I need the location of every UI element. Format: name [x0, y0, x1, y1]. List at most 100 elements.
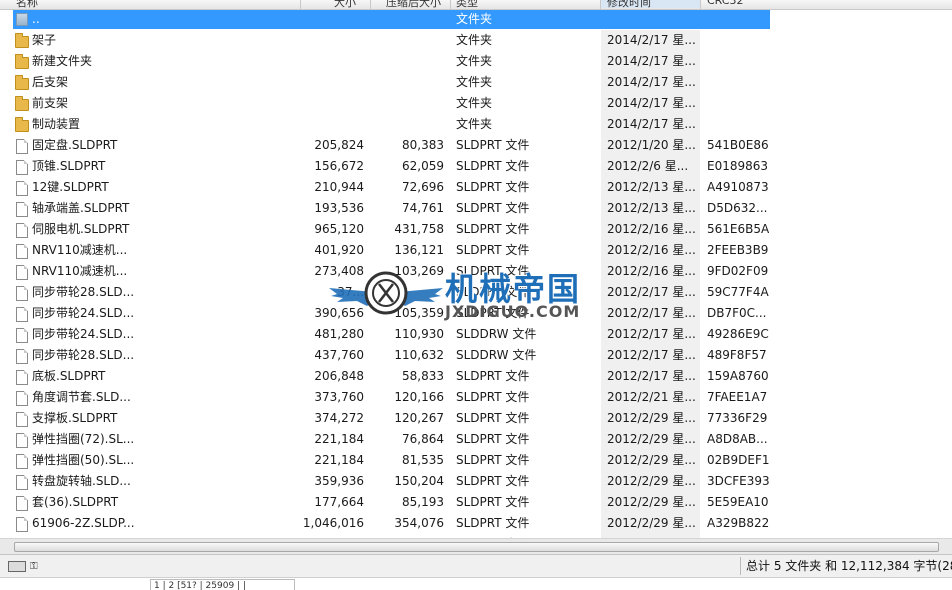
file-size: 401,920	[314, 243, 364, 257]
column-header-size[interactable]: 大小	[334, 0, 364, 8]
file-crc: DB7F0C...	[707, 306, 767, 320]
table-row[interactable]: 弹性挡圈(50).SL... 221,184 81,535 SLDPRT 文件 2012…	[0, 450, 952, 471]
file-packed-size: 120,166	[394, 390, 444, 404]
file-name: 支撑板.SLDPRT	[32, 411, 118, 425]
file-size: 1,046,016	[302, 516, 364, 530]
table-row[interactable]: NRV110减速机... 401,920 136,121 SLDPRT 文件 2012/…	[0, 240, 952, 261]
status-divider	[740, 557, 741, 575]
scrollbar-thumb[interactable]	[14, 542, 939, 552]
file-packed-size: 431,758	[394, 222, 444, 236]
file-modified: 2012/2/29 星...	[601, 471, 700, 492]
file-packed-size	[370, 114, 444, 135]
table-row[interactable]: 顶锥.SLDPRT 156,672 62,059 SLDPRT 文件 2012/2/6 …	[0, 156, 952, 177]
horizontal-scrollbar[interactable]	[0, 538, 952, 554]
file-packed-size: 58,833	[402, 369, 444, 383]
table-row[interactable]: 固定盘.SLDPRT 205,824 80,383 SLDPRT 文件 2012/1/2…	[0, 135, 952, 156]
file-crc: 159A8760	[707, 369, 769, 383]
file-crc: 561E6B5A	[707, 222, 770, 236]
file-name: 同步带轮28.SLD...	[32, 285, 135, 299]
file-size	[300, 93, 364, 114]
file-modified: 2014/2/17 星...	[601, 114, 700, 135]
file-crc	[707, 9, 771, 30]
file-size: 359,936	[314, 474, 364, 488]
file-icon	[16, 349, 28, 364]
file-packed-size	[370, 9, 444, 30]
file-packed-size: 150,204	[394, 474, 444, 488]
table-row[interactable]: 转盘旋转轴.SLD... 359,936 150,204 SLDPRT 文件 2012/…	[0, 471, 952, 492]
file-type: SLDPRT 文件	[456, 495, 530, 509]
file-type: 文件夹	[456, 54, 493, 68]
table-row[interactable]: 后支架 文件夹 2014/2/17 星...	[0, 72, 952, 93]
folder-icon	[15, 96, 29, 111]
column-header-packed[interactable]: 压缩后大小	[386, 0, 444, 8]
file-modified: 2014/2/17 星...	[601, 51, 700, 72]
file-name: 同步带轮24.SLD...	[32, 306, 135, 320]
table-row[interactable]: 底板.SLDPRT 206,848 58,833 SLDPRT 文件 2012/2/17…	[0, 366, 952, 387]
column-divider[interactable]	[300, 0, 301, 9]
file-name: NRV110减速机...	[32, 243, 128, 257]
file-modified: 2012/2/13 星...	[601, 198, 700, 219]
table-row[interactable]: 角度调节套.SLD... 373,760 120,166 SLDPRT 文件 2012/…	[0, 387, 952, 408]
file-type: SLDDRW 文件	[456, 348, 537, 362]
file-crc: 5E59EA10	[707, 495, 769, 509]
file-icon	[16, 412, 28, 427]
file-size: 965,120	[314, 222, 364, 236]
table-row[interactable]: 轴承端盖.SLDPRT 193,536 74,761 SLDPRT 文件 2012/2/…	[0, 198, 952, 219]
table-row[interactable]: 12键.SLDPRT 210,944 72,696 SLDPRT 文件 2012/2/1…	[0, 177, 952, 198]
column-header-type[interactable]: 类型	[456, 0, 516, 8]
file-modified: 2012/2/16 星...	[601, 240, 700, 261]
key-icon: ⚿	[30, 561, 38, 572]
file-modified: 2012/2/17 星...	[601, 366, 700, 387]
table-row[interactable]: 架子 文件夹 2014/2/17 星...	[0, 30, 952, 51]
file-size: 210,944	[314, 180, 364, 194]
column-divider[interactable]	[450, 0, 451, 9]
file-name: 套(36).SLDPRT	[32, 495, 119, 509]
table-row[interactable]: 同步带轮28.SLD... 437,760 110,632 SLDDRW 文件 2012…	[0, 345, 952, 366]
file-modified: 2012/2/29 星...	[601, 408, 700, 429]
file-crc: 7FAEE1A7	[707, 390, 768, 404]
file-crc: 02B9DEF1	[707, 453, 770, 467]
file-name: 61906-2Z.SLDP...	[32, 516, 135, 530]
table-row[interactable]: 61906-2Z.SLDP... 1,046,016 354,076 SLDPRT 文…	[0, 513, 952, 534]
file-size	[300, 9, 364, 30]
file-modified: 2012/2/29 星...	[601, 513, 700, 534]
file-packed-size: 80,383	[402, 138, 444, 152]
file-packed-size: 62,059	[402, 159, 444, 173]
file-name: 新建文件夹	[32, 54, 93, 68]
file-crc	[707, 72, 771, 93]
file-modified: 2012/2/6 星...	[601, 156, 700, 177]
file-crc: 2FEEB3B9	[707, 243, 769, 257]
file-name: 12键.SLDPRT	[32, 180, 109, 194]
file-size: 193,536	[314, 201, 364, 215]
file-crc: 3DCFE393	[707, 474, 770, 488]
column-header-crc[interactable]: CRC32	[707, 0, 771, 8]
table-row[interactable]: 前支架 文件夹 2014/2/17 星...	[0, 93, 952, 114]
file-type: SLDPRT 文件	[456, 390, 530, 404]
file-packed-size: 136,121	[394, 243, 444, 257]
table-row[interactable]: 制动装置 文件夹 2014/2/17 星...	[0, 114, 952, 135]
file-type: SLDPRT 文件	[456, 201, 530, 215]
column-divider[interactable]	[700, 0, 701, 9]
file-type: 文件夹	[456, 96, 493, 110]
file-size	[300, 72, 364, 93]
file-crc: A4910873	[707, 180, 769, 194]
file-name: 转盘旋转轴.SLD...	[32, 474, 131, 488]
table-row[interactable]: 支撑板.SLDPRT 374,272 120,267 SLDPRT 文件 2012/2/…	[0, 408, 952, 429]
file-modified: 2012/2/17 星...	[601, 324, 700, 345]
column-header-name[interactable]: 名称	[16, 0, 76, 8]
file-crc: 49286E9C	[707, 327, 769, 341]
file-size: 374,272	[314, 411, 364, 425]
column-divider[interactable]	[370, 0, 371, 9]
table-row[interactable]: .. 文件夹	[0, 9, 952, 30]
table-row[interactable]: 套(36).SLDPRT 177,664 85,193 SLDPRT 文件 2012/2…	[0, 492, 952, 513]
taskbar-strip: 1 | 2 [51? | 25909 | |	[0, 577, 952, 590]
file-type: SLDPRT 文件	[456, 474, 530, 488]
file-size: 221,184	[314, 432, 364, 446]
table-row[interactable]: 新建文件夹 文件夹 2014/2/17 星...	[0, 51, 952, 72]
table-row[interactable]: 伺服电机.SLDPRT 965,120 431,758 SLDPRT 文件 2012/2…	[0, 219, 952, 240]
table-row[interactable]: 弹性挡圈(72).SL... 221,184 76,864 SLDPRT 文件 2012…	[0, 429, 952, 450]
column-header-modified[interactable]: 修改时间	[601, 0, 700, 8]
file-type: SLDPRT 文件	[456, 432, 530, 446]
table-row[interactable]: 同步带轮24.SLD... 481,280 110,930 SLDDRW 文件 2012…	[0, 324, 952, 345]
file-packed-size: 110,632	[394, 348, 444, 362]
